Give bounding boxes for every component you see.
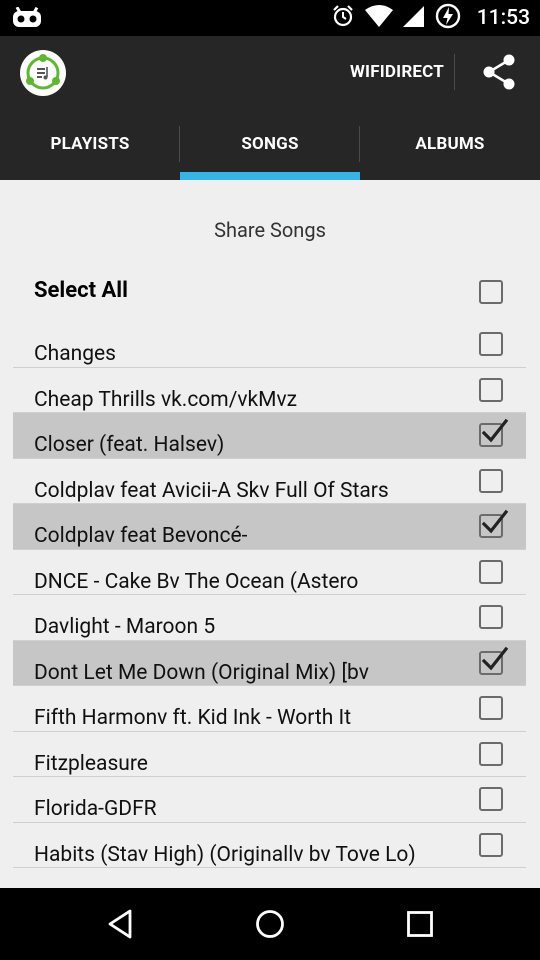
navigation-bar (0, 888, 540, 960)
wifidirect-button[interactable]: WIFIDIRECT (350, 36, 444, 108)
song-checkbox[interactable] (479, 559, 503, 584)
song-checkbox[interactable] (479, 509, 509, 538)
clock: 11:53 (476, 6, 530, 30)
tab-selected-indicator (180, 172, 360, 180)
song-checkbox[interactable] (479, 696, 503, 720)
alarm-icon (331, 4, 355, 32)
status-icons: 11:53 (331, 0, 530, 36)
song-list: Changes Cheap Thrills vk.com/vkMvz Closer … (13, 322, 526, 868)
song-title: Dont Let Me Down (Original Mix) [bv (34, 660, 369, 685)
song-title: Cheap Thrills vk.com/vkMvz (34, 387, 298, 412)
songs-content: Share Songs Select All Changes Cheap Thri… (0, 180, 540, 888)
tab-albums[interactable]: ALBUMS (360, 108, 540, 180)
tab-bar: PLAYISTS SONGS ALBUMS (0, 108, 540, 180)
song-title: Davlight - Maroon 5 (34, 615, 216, 639)
list-item[interactable]: Habits (Stav High) (Originallv bv Tove L… (13, 823, 526, 868)
tab-playists[interactable]: PLAYISTS (0, 108, 180, 180)
song-checkbox[interactable] (479, 418, 509, 447)
song-title: Coldplav feat Bevoncé- (34, 524, 248, 548)
song-title: DNCE - Cake Bv The Ocean (Astero (34, 569, 359, 594)
wifi-icon (364, 4, 393, 32)
share-icon[interactable] (480, 52, 520, 92)
song-title: Closer (feat. Halsev) (34, 433, 225, 457)
song-checkbox[interactable] (479, 605, 503, 629)
list-item[interactable]: Fitzpleasure (13, 732, 526, 777)
home-icon[interactable] (230, 888, 310, 960)
tab-label: PLAYISTS (50, 134, 130, 154)
list-item[interactable]: Closer (feat. Halsev) (13, 413, 526, 459)
action-bar: WIFIDIRECT (0, 36, 540, 108)
music-share-logo-icon[interactable] (20, 50, 66, 96)
song-title: Coldplav feat Avicii-A Skv Full Of Stars (34, 478, 389, 503)
select-all-checkbox[interactable] (479, 280, 503, 304)
song-checkbox[interactable] (479, 646, 509, 675)
signal-icon (402, 4, 425, 32)
recents-icon[interactable] (380, 888, 460, 960)
song-checkbox[interactable] (479, 832, 503, 857)
song-title: Fitzpleasure (34, 751, 148, 776)
song-checkbox[interactable] (479, 787, 503, 811)
list-item[interactable]: Fifth Harmonv ft. Kid Ink - Worth It (13, 686, 526, 732)
list-item[interactable]: Changes (13, 322, 526, 368)
song-checkbox[interactable] (479, 377, 503, 402)
status-bar: 11:53 (0, 0, 540, 36)
action-divider (454, 54, 455, 90)
list-item[interactable]: Davlight - Maroon 5 (13, 595, 526, 641)
song-title: Florida-GDFR (34, 797, 157, 821)
list-item[interactable]: Cheap Thrills vk.com/vkMvz (13, 368, 526, 413)
list-item[interactable]: Coldplav feat Bevoncé- (13, 504, 526, 550)
android-debug-icon (12, 6, 42, 29)
song-checkbox[interactable] (479, 332, 503, 356)
song-title: Changes (34, 342, 117, 366)
song-title: Fifth Harmonv ft. Kid Ink - Worth It (34, 706, 352, 730)
select-all-label[interactable]: Select All (34, 278, 128, 303)
song-title: Habits (Stav High) (Originallv bv Tove L… (34, 842, 416, 867)
tab-label: SONGS (241, 134, 299, 154)
list-item[interactable]: DNCE - Cake Bv The Ocean (Astero (13, 550, 526, 595)
battery-charging-icon (435, 3, 461, 33)
list-item[interactable]: Florida-GDFR (13, 777, 526, 823)
song-checkbox[interactable] (479, 468, 503, 493)
back-icon[interactable] (80, 888, 160, 960)
page-title: Share Songs (214, 218, 326, 242)
tab-label: ALBUMS (415, 134, 485, 154)
list-item[interactable]: Coldplav feat Avicii-A Skv Full Of Stars (13, 459, 526, 504)
list-item[interactable]: Dont Let Me Down (Original Mix) [bv (13, 640, 526, 686)
song-checkbox[interactable] (479, 741, 503, 766)
tab-songs[interactable]: SONGS (180, 108, 360, 180)
